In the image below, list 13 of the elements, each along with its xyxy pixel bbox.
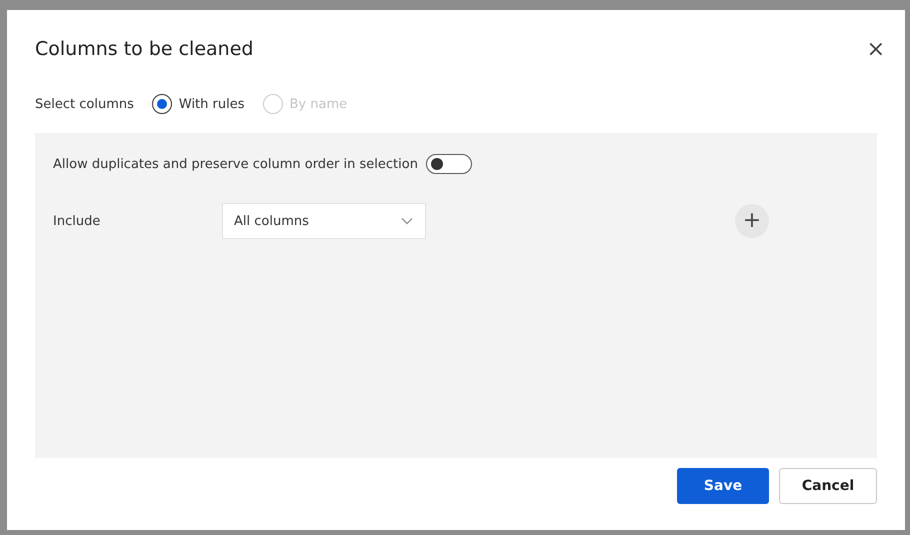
dropdown[interactable]: All columns: [222, 203, 426, 239]
field-label: Include: [53, 214, 102, 228]
save-button[interactable]: Save: [677, 468, 769, 504]
add-button[interactable]: +: [735, 204, 769, 238]
toggle-label: Allow duplicates and preserve column order in selection: [53, 156, 418, 172]
field-label: Select columns: [35, 96, 134, 112]
dialog-title: Columns to be cleaned: [35, 38, 254, 60]
close-button[interactable]: ×: [862, 36, 889, 62]
radio-option[interactable]: With rules: [152, 94, 244, 114]
chevron-down-icon: [401, 217, 413, 225]
toggle-switch[interactable]: [426, 154, 472, 174]
radio-option: By name: [262, 94, 348, 114]
cancel-button[interactable]: Cancel: [779, 468, 877, 504]
